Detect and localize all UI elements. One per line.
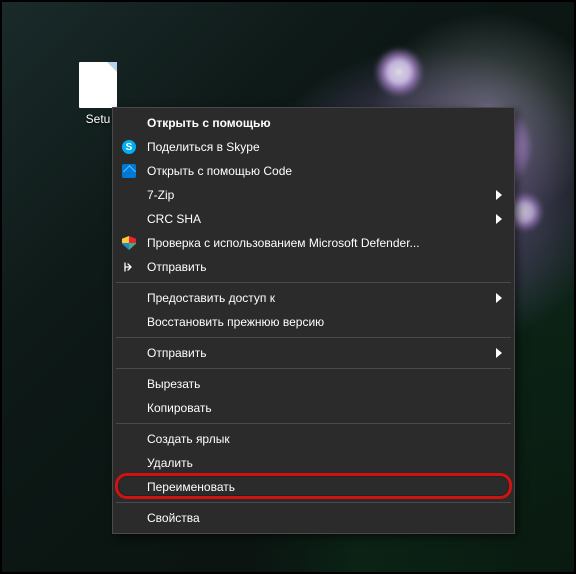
submenu-arrow-icon bbox=[496, 293, 502, 303]
vscode-icon bbox=[121, 163, 137, 179]
submenu-arrow-icon bbox=[496, 214, 502, 224]
menu-label: Свойства bbox=[147, 511, 200, 525]
submenu-arrow-icon bbox=[496, 348, 502, 358]
menu-label: Удалить bbox=[147, 456, 193, 470]
menu-defender-scan[interactable]: Проверка с использованием Microsoft Defe… bbox=[115, 231, 512, 255]
menu-7zip[interactable]: 7-Zip bbox=[115, 183, 512, 207]
shield-icon bbox=[121, 235, 137, 251]
menu-label: Создать ярлык bbox=[147, 432, 230, 446]
menu-label: Отправить bbox=[147, 260, 207, 274]
menu-label: Поделиться в Skype bbox=[147, 140, 260, 154]
menu-label: Открыть с помощью bbox=[147, 116, 271, 130]
menu-label: Отправить bbox=[147, 346, 207, 360]
menu-label: Переименовать bbox=[147, 480, 235, 494]
menu-label: Открыть с помощью Code bbox=[147, 164, 292, 178]
menu-share[interactable]: Отправить bbox=[115, 255, 512, 279]
menu-label: CRC SHA bbox=[147, 212, 201, 226]
context-menu: Открыть с помощью Поделиться в Skype Отк… bbox=[112, 107, 515, 534]
menu-properties[interactable]: Свойства bbox=[115, 506, 512, 530]
file-icon bbox=[79, 62, 117, 108]
desktop-background: Setu Открыть с помощью Поделиться в Skyp… bbox=[0, 0, 576, 574]
submenu-arrow-icon bbox=[496, 190, 502, 200]
menu-open-with[interactable]: Открыть с помощью bbox=[115, 111, 512, 135]
share-icon bbox=[121, 259, 137, 275]
menu-delete[interactable]: Удалить bbox=[115, 451, 512, 475]
menu-separator bbox=[116, 337, 511, 338]
menu-crc-sha[interactable]: CRC SHA bbox=[115, 207, 512, 231]
skype-icon bbox=[121, 139, 137, 155]
menu-skype-share[interactable]: Поделиться в Skype bbox=[115, 135, 512, 159]
menu-cut[interactable]: Вырезать bbox=[115, 372, 512, 396]
menu-separator bbox=[116, 368, 511, 369]
menu-open-with-code[interactable]: Открыть с помощью Code bbox=[115, 159, 512, 183]
menu-send-to[interactable]: Отправить bbox=[115, 341, 512, 365]
menu-label: 7-Zip bbox=[147, 188, 174, 202]
menu-give-access[interactable]: Предоставить доступ к bbox=[115, 286, 512, 310]
menu-separator bbox=[116, 502, 511, 503]
decorative-flower bbox=[374, 47, 424, 97]
menu-copy[interactable]: Копировать bbox=[115, 396, 512, 420]
menu-separator bbox=[116, 282, 511, 283]
menu-label: Предоставить доступ к bbox=[147, 291, 275, 305]
menu-label: Восстановить прежнюю версию bbox=[147, 315, 324, 329]
menu-separator bbox=[116, 423, 511, 424]
menu-label: Вырезать bbox=[147, 377, 200, 391]
menu-label: Копировать bbox=[147, 401, 212, 415]
menu-create-shortcut[interactable]: Создать ярлык bbox=[115, 427, 512, 451]
menu-label: Проверка с использованием Microsoft Defe… bbox=[147, 236, 420, 250]
menu-rename[interactable]: Переименовать bbox=[115, 475, 512, 499]
menu-restore-previous[interactable]: Восстановить прежнюю версию bbox=[115, 310, 512, 334]
